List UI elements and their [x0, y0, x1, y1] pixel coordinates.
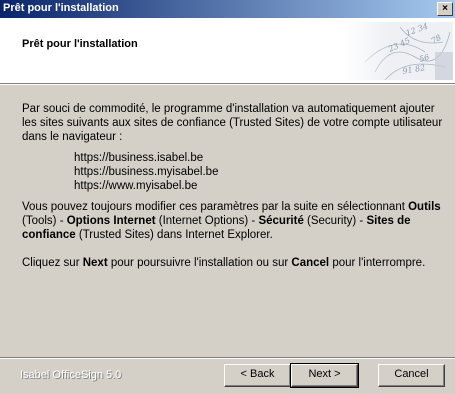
brand-label: Isabel OfficeSign 5.0: [20, 369, 122, 381]
url-list: https://business.isabel.be https://busin…: [74, 151, 447, 193]
back-button[interactable]: < Back: [224, 364, 291, 387]
next-button[interactable]: Next >: [290, 363, 359, 388]
cancel-button[interactable]: Cancel: [378, 364, 445, 387]
footer-separator: [0, 357, 455, 359]
close-button[interactable]: ×: [437, 2, 453, 16]
close-icon: ×: [442, 3, 448, 14]
url-item: https://business.myisabel.be: [74, 166, 219, 178]
modify-settings-text: Vous pouvez toujours modifier ces paramè…: [22, 201, 441, 241]
url-item: https://business.isabel.be: [74, 152, 204, 164]
title-bar: Prêt pour l'installation ×: [0, 0, 455, 18]
header-banner-image: 12 34 23 45 56 78 91 82: [345, 22, 453, 80]
page-title: Prêt pour l'installation: [22, 38, 138, 50]
next-instructions-text: Cliquez sur Next pour poursuivre l'insta…: [22, 257, 426, 269]
url-item: https://www.myisabel.be: [74, 180, 198, 192]
window-title: Prêt pour l'installation: [3, 2, 119, 14]
content-area: Par souci de commodité, le programme d'i…: [22, 102, 447, 270]
intro-text: Par souci de commodité, le programme d'i…: [22, 103, 443, 143]
header-panel: Prêt pour l'installation 12 34 23 45 56 …: [0, 18, 455, 84]
header-divider: [0, 84, 455, 85]
